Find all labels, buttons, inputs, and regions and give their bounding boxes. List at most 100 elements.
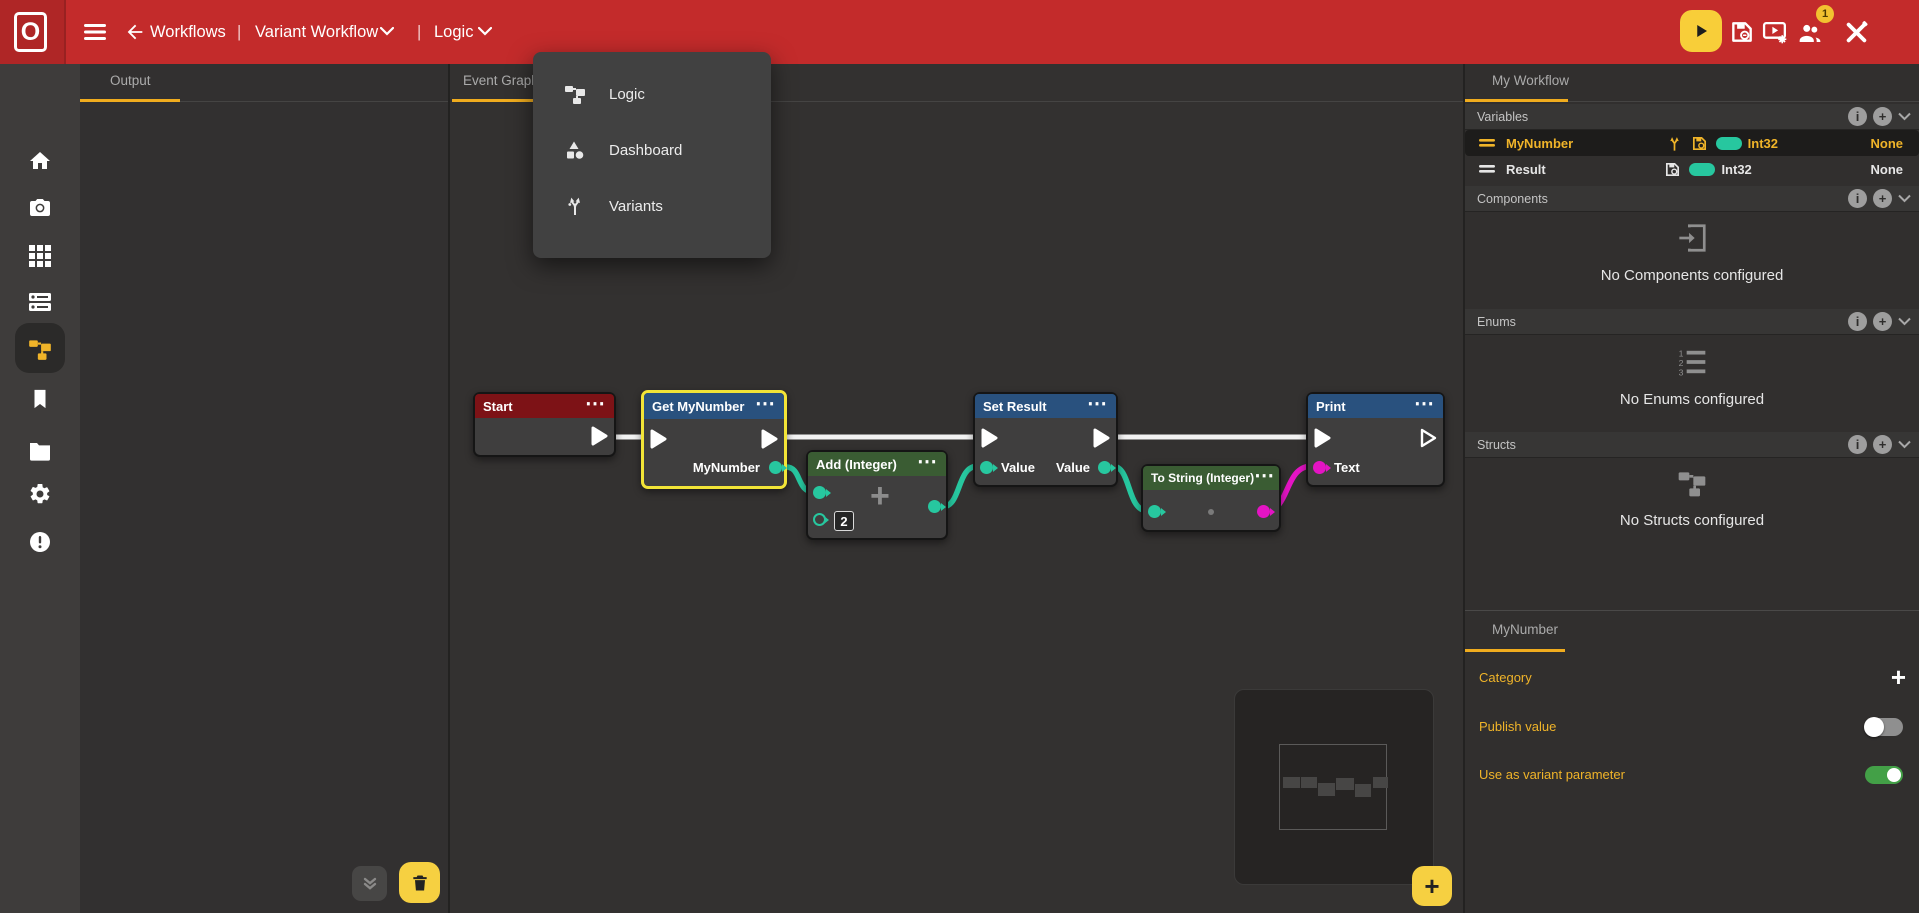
output-pin-magenta[interactable] (1257, 505, 1270, 518)
variable-name: MyNumber (1506, 136, 1573, 151)
value-input[interactable]: 2 (834, 511, 854, 531)
collapse-output-button[interactable] (352, 866, 387, 901)
node-to-string[interactable]: To String (Integer) (1141, 464, 1281, 532)
chevron-down-icon[interactable] (1898, 317, 1911, 326)
variant-parameter-toggle[interactable] (1865, 766, 1903, 784)
drag-handle-icon[interactable] (1479, 164, 1495, 174)
node-header[interactable]: Set Result (975, 394, 1116, 418)
variable-row-result[interactable]: Result Int32 None (1465, 156, 1919, 182)
type-color-pill[interactable] (1689, 163, 1715, 176)
more-options-icon[interactable] (585, 399, 606, 413)
variable-type: Int32 (1748, 136, 1778, 151)
sidebar-item-bookmarks[interactable] (0, 377, 80, 421)
chevron-down-icon[interactable] (1898, 194, 1911, 203)
info-icon[interactable]: i (1848, 107, 1867, 126)
drag-handle-icon[interactable] (1479, 138, 1495, 148)
variable-row-mynumber[interactable]: MyNumber Int32 None (1465, 130, 1919, 156)
sidebar-item-workflows[interactable] (0, 327, 80, 371)
run-workflow-button[interactable] (1680, 10, 1722, 52)
chevron-down-icon[interactable] (1898, 112, 1911, 121)
hamburger-menu-icon[interactable] (84, 22, 106, 42)
input-pin-teal[interactable] (980, 461, 993, 474)
exec-in-pin[interactable] (981, 428, 998, 448)
node-start[interactable]: Start (473, 392, 616, 457)
close-editor-icon[interactable] (1843, 19, 1870, 46)
more-options-icon[interactable] (1087, 399, 1108, 413)
more-options-icon[interactable] (1254, 471, 1275, 485)
output-pin-teal[interactable] (1098, 461, 1111, 474)
output-pin-teal[interactable] (928, 500, 941, 513)
more-options-icon[interactable] (917, 457, 938, 471)
tab-underline (1465, 99, 1568, 102)
minimap[interactable] (1234, 689, 1434, 885)
tab-event-graph[interactable]: Event Graph (463, 73, 539, 88)
sidebar-item-media[interactable] (0, 185, 80, 229)
input-pin-magenta[interactable] (1313, 461, 1326, 474)
node-header[interactable]: Start (475, 394, 614, 418)
view-selector-logic[interactable]: Logic (434, 16, 473, 48)
folder-icon (28, 440, 52, 462)
input-pin-teal[interactable] (1148, 505, 1161, 518)
sidebar-item-home[interactable] (0, 139, 80, 183)
section-variables: Variables i + (1465, 104, 1919, 130)
output-pin-teal[interactable] (769, 461, 782, 474)
node-header[interactable]: To String (Integer) (1143, 466, 1279, 490)
sidebar-item-files[interactable] (0, 429, 80, 473)
add-icon[interactable]: + (1873, 435, 1892, 454)
chevron-down-icon[interactable] (1898, 440, 1911, 449)
error-icon (28, 530, 52, 554)
info-icon[interactable]: i (1848, 189, 1867, 208)
node-title: Add (Integer) (816, 457, 897, 472)
clear-output-button[interactable] (399, 862, 440, 903)
svg-text:3: 3 (1679, 367, 1684, 377)
exec-in-pin[interactable] (650, 429, 667, 449)
menu-item-variants[interactable]: Variants (533, 178, 771, 234)
breadcrumb-workflows[interactable]: Workflows (150, 16, 226, 48)
minimap-node (1373, 777, 1388, 788)
tab-output[interactable]: Output (110, 73, 151, 88)
node-set-result[interactable]: Set Result Value Value (973, 392, 1118, 487)
users-icon[interactable] (1796, 21, 1824, 45)
info-icon[interactable]: i (1848, 435, 1867, 454)
breadcrumb-variant-workflow[interactable]: Variant Workflow (255, 16, 378, 48)
exec-out-pin[interactable] (1093, 428, 1110, 448)
sidebar-item-devices[interactable] (0, 280, 80, 324)
node-print[interactable]: Print Text (1306, 392, 1445, 487)
exec-in-pin[interactable] (1314, 428, 1331, 448)
input-pin-teal[interactable] (813, 486, 826, 499)
more-options-icon[interactable] (1414, 399, 1435, 413)
chevron-down-icon[interactable] (478, 26, 492, 36)
info-icon[interactable]: i (1848, 312, 1867, 331)
center-dot (1208, 509, 1214, 515)
tab-my-workflow[interactable]: My Workflow (1492, 73, 1569, 88)
sidebar-item-settings[interactable] (0, 472, 80, 516)
detail-row-publish-label: Publish value (1479, 719, 1556, 734)
exec-out-pin[interactable] (761, 429, 778, 449)
add-icon[interactable]: + (1873, 189, 1892, 208)
menu-item-dashboard[interactable]: Dashboard (533, 122, 771, 178)
input-pin-teal-hollow[interactable] (813, 513, 826, 526)
add-icon[interactable]: + (1873, 107, 1892, 126)
type-color-pill[interactable] (1716, 137, 1742, 150)
add-node-button[interactable] (1412, 866, 1452, 906)
node-add-integer[interactable]: Add (Integer) 2 + (806, 450, 948, 540)
node-header[interactable]: Print (1308, 394, 1443, 418)
app-logo[interactable]: O (14, 12, 47, 52)
exec-out-pin-hollow[interactable] (1420, 428, 1437, 448)
add-category-icon[interactable]: + (1891, 662, 1906, 693)
save-version-icon[interactable] (1729, 19, 1755, 45)
preview-settings-icon[interactable] (1762, 20, 1789, 45)
chevron-down-icon[interactable] (380, 26, 394, 36)
more-options-icon[interactable] (755, 399, 776, 413)
node-header[interactable]: Add (Integer) (808, 452, 946, 476)
back-arrow-icon[interactable] (124, 21, 146, 43)
exec-out-pin[interactable] (591, 426, 608, 446)
add-icon[interactable]: + (1873, 312, 1892, 331)
publish-value-toggle[interactable] (1865, 718, 1903, 736)
node-header[interactable]: Get MyNumber (644, 393, 784, 419)
sidebar-item-errors[interactable] (0, 520, 80, 564)
menu-item-logic[interactable]: Logic (533, 66, 771, 122)
sidebar-item-apps[interactable] (0, 234, 80, 278)
node-get-mynumber[interactable]: Get MyNumber MyNumber (641, 390, 787, 489)
detail-tab-mynumber[interactable]: MyNumber (1492, 622, 1558, 637)
